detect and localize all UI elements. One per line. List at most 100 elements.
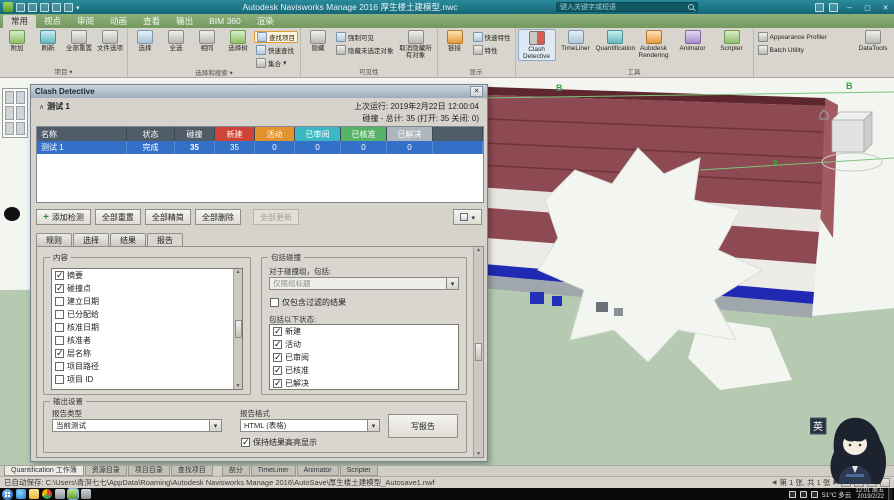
- clash-detective-button[interactable]: Clash Detective: [518, 29, 556, 61]
- signin-icon[interactable]: [815, 3, 824, 12]
- group-label-tools[interactable]: 工具: [518, 68, 751, 77]
- checkbox[interactable]: [273, 327, 282, 336]
- filter-results-checkbox-row[interactable]: 仅包含过滤的结果: [267, 296, 346, 309]
- widget-badge[interactable]: 英: [810, 418, 826, 434]
- group-mode-dropdown[interactable]: 仅限组标题: [269, 277, 459, 290]
- scroll-down-icon[interactable]: ▼: [236, 383, 241, 389]
- print-icon[interactable]: [40, 3, 49, 12]
- tab-render[interactable]: 渲染: [249, 15, 282, 28]
- tab-rules[interactable]: 规则: [36, 233, 72, 246]
- hide-unselected-button[interactable]: 隐藏未选定对象: [334, 44, 396, 56]
- checkbox[interactable]: [273, 379, 282, 388]
- checkbox[interactable]: [241, 438, 250, 447]
- tab-view[interactable]: 查看: [135, 15, 168, 28]
- list-item[interactable]: 活动: [270, 338, 458, 351]
- checkbox[interactable]: [55, 323, 64, 332]
- group-label-project[interactable]: 项目 ▾: [2, 68, 125, 77]
- mini-tool-icon[interactable]: [5, 91, 14, 104]
- select-all-button[interactable]: 全选: [161, 29, 191, 52]
- appearance-profiler-button[interactable]: Appearance Profiler: [756, 31, 854, 43]
- tab-viewpoint[interactable]: 视点: [36, 15, 69, 28]
- tab-output[interactable]: 输出: [168, 15, 201, 28]
- dock-tab-animator[interactable]: Animator: [297, 466, 339, 476]
- refresh-button[interactable]: 刷新: [33, 29, 63, 52]
- mini-tool-icon[interactable]: [5, 106, 14, 119]
- checkbox[interactable]: [55, 349, 64, 358]
- dock-tab-scripter[interactable]: Scripter: [340, 466, 378, 476]
- list-item[interactable]: 核准者: [52, 334, 233, 347]
- quick-find-button[interactable]: 快速查找: [254, 44, 298, 56]
- checkbox[interactable]: [270, 298, 279, 307]
- reset-all-button[interactable]: 全部重置: [64, 29, 94, 52]
- undo-icon[interactable]: [52, 3, 61, 12]
- list-item[interactable]: 项目 ID: [52, 373, 233, 386]
- require-button[interactable]: 强制可见: [334, 31, 396, 43]
- table-row[interactable]: 测试 1 完成 35 35 0 0 0 0: [37, 141, 483, 154]
- keep-highlight-checkbox-row[interactable]: 保持结果高亮显示: [238, 436, 317, 449]
- collapse-icon[interactable]: [39, 102, 47, 111]
- sets-button[interactable]: 集合: [254, 57, 298, 69]
- mini-tool-icon[interactable]: [5, 122, 14, 135]
- clash-panel-close-icon[interactable]: [470, 86, 483, 97]
- col-resolved[interactable]: 已解决: [387, 127, 433, 141]
- file-options-button[interactable]: 文件选项: [95, 29, 125, 52]
- select-same-button[interactable]: 相同: [192, 29, 222, 52]
- quantification-button[interactable]: Quantification: [596, 29, 634, 52]
- scroll-down-icon[interactable]: ▼: [476, 451, 481, 457]
- list-item[interactable]: 已分配给: [52, 308, 233, 321]
- dock-tab-item-catalog[interactable]: 项目目录: [128, 466, 170, 476]
- write-report-button[interactable]: 写报告: [388, 414, 458, 438]
- chrome-icon[interactable]: [42, 489, 52, 499]
- browser-icon[interactable]: [16, 489, 26, 499]
- report-type-dropdown[interactable]: 当前测试: [52, 419, 222, 432]
- list-item[interactable]: 层名称: [52, 347, 233, 360]
- minimize-button[interactable]: [843, 3, 856, 12]
- select-button[interactable]: 选择: [130, 29, 160, 52]
- app-icon[interactable]: [55, 489, 65, 499]
- scroll-up-icon[interactable]: ▲: [236, 269, 241, 275]
- checkbox[interactable]: [55, 336, 64, 345]
- desktop-character-widget[interactable]: 英: [810, 412, 892, 492]
- col-active[interactable]: 活动: [255, 127, 295, 141]
- group-label-select[interactable]: 选择和搜索 ▾: [130, 69, 298, 78]
- qat-caret-icon[interactable]: [76, 2, 80, 12]
- mini-tool-icon[interactable]: [16, 106, 25, 119]
- content-list-scrollbar[interactable]: ▲▼: [233, 269, 242, 389]
- list-item[interactable]: 核准日期: [52, 321, 233, 334]
- checkbox[interactable]: [273, 340, 282, 349]
- col-name[interactable]: 名称: [37, 127, 127, 141]
- list-item[interactable]: 项目路径: [52, 360, 233, 373]
- export-report-button[interactable]: [453, 209, 482, 225]
- scripter-button[interactable]: Scripter: [713, 29, 751, 52]
- quick-properties-button[interactable]: 快速特性: [471, 31, 513, 43]
- dropdown-caret-icon[interactable]: [367, 420, 379, 431]
- group-label-display[interactable]: 显示: [440, 68, 513, 77]
- explorer-icon[interactable]: [29, 489, 39, 499]
- help-icon[interactable]: [829, 3, 838, 12]
- panel-scrollbar[interactable]: ▲▼: [473, 247, 483, 457]
- append-button[interactable]: 附加: [2, 29, 32, 52]
- status-list[interactable]: 新建 活动 已审阅 已核准 已解决: [269, 324, 459, 390]
- app-icon[interactable]: [81, 489, 91, 499]
- tab-review[interactable]: 审阅: [69, 15, 102, 28]
- find-items-button[interactable]: 查找项目: [254, 31, 298, 43]
- animator-button[interactable]: Animator: [674, 29, 712, 52]
- dock-tab-quantification[interactable]: Quantification 工作簿: [4, 466, 84, 476]
- test-header[interactable]: 测试 1: [39, 101, 70, 112]
- delete-all-button[interactable]: 全部删除: [195, 209, 241, 225]
- start-button[interactable]: [2, 489, 13, 500]
- dropdown-caret-icon[interactable]: [446, 278, 458, 289]
- tab-results[interactable]: 结果: [110, 233, 146, 246]
- tray-arrow-icon[interactable]: [789, 491, 796, 498]
- links-button[interactable]: 链接: [440, 29, 470, 52]
- datatools-button[interactable]: DataTools: [854, 29, 892, 52]
- list-item[interactable]: 新建: [270, 325, 458, 338]
- report-format-dropdown[interactable]: HTML (表格): [240, 419, 380, 432]
- checkbox[interactable]: [55, 297, 64, 306]
- list-item[interactable]: 建立日期: [52, 295, 233, 308]
- selection-tree-button[interactable]: 选择树: [223, 29, 253, 52]
- list-item[interactable]: 碰撞点: [52, 282, 233, 295]
- navisworks-taskbar-icon[interactable]: [68, 489, 78, 499]
- reset-all-tests-button[interactable]: 全部重置: [95, 209, 141, 225]
- col-status[interactable]: 状态: [127, 127, 175, 141]
